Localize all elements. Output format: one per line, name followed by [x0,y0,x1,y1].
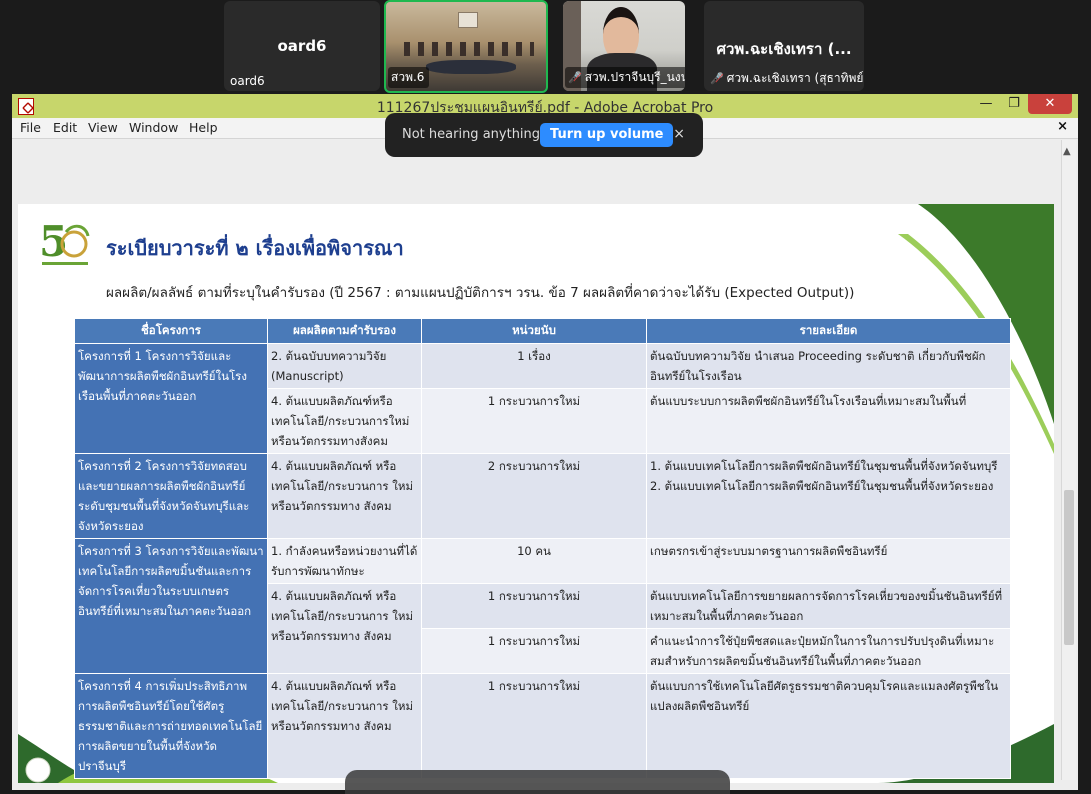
unit-cell: 1 กระบวนการใหม่ [421,583,647,629]
table-row: โครงการที่ 1 โครงการวิจัยและพัฒนาการผลิต… [74,343,1011,454]
scroll-up-icon[interactable]: ▲ [1063,146,1071,157]
detail-cell: ต้นแบบการใช้เทคโนโลยีศัตรูธรรมชาติควบคุม… [646,673,1011,779]
output-cell: 1. กำลังคนหรือหน่วยงานที่ได้รับการพัฒนาท… [267,538,422,584]
unit-cell: 1 กระบวนการใหม่ [421,388,647,454]
detail-cell: 1. ต้นแบบเทคโนโลยีการผลิตพืชผักอินทรีย์ใ… [646,453,1011,539]
unit-cell: 2 กระบวนการใหม่ [421,453,647,539]
output-cell: 4. ต้นแบบผลิตภัณฑ์หรือเทคโนโลยี/กระบวนกา… [267,388,422,454]
unit-cell: 10 คน [421,538,647,584]
turn-up-volume-button[interactable]: Turn up volume [540,123,674,147]
page-navigation-toolbar[interactable] [345,770,730,794]
project-cell: โครงการที่ 4 การเพิ่มประสิทธิภาพการผลิตพ… [74,673,268,779]
output-cell: 2. ต้นฉบับบทความวิจัย (Manuscript) [267,343,422,389]
mic-muted-icon: 🎤̸ [710,72,724,85]
participant-tile-oard6[interactable]: oard6 oard6 [224,1,380,91]
project-cell: โครงการที่ 3 โครงการวิจัยและพัฒนาเทคโนโล… [74,538,268,674]
header-detail: รายละเอียด [646,318,1011,344]
detail-cell: เกษตรกรเข้าสู่ระบบมาตรฐานการผลิตพืชอินทร… [646,538,1011,584]
participant-tile-chachoengsao[interactable]: ศวพ.ฉะเชิงเทรา (... 🎤̸ ศวพ.ฉะเชิงเทรา (สุ… [704,1,864,91]
output-cell: 4. ต้นแบบผลิตภัณฑ์ หรือเทคโนโลยี/กระบวนก… [267,583,422,674]
menu-window[interactable]: Window [129,120,178,135]
participant-name-large: ศวพ.ฉะเชิงเทรา (... [716,40,852,58]
pdf-page: 5 ระเบียบวาระที่ ๒ เรื่องเพื่อพิจารณา ผล… [18,204,1054,783]
unit-cell: 1 กระบวนการใหม่ [421,673,647,779]
detail-cell: ต้นฉบับบทความวิจัย นำเสนอ Proceeding ระด… [646,343,1011,389]
detail-cell: ต้นแบบระบบการผลิตพืชผักอินทรีย์ในโรงเรือ… [646,388,1011,454]
detail-cell: คำแนะนำการใช้ปุ๋ยพืชสดและปุ๋ยหมักในการใน… [646,628,1011,674]
output-cell: 4. ต้นแบบผลิตภัณฑ์ หรือเทคโนโลยี/กระบวนก… [267,673,422,779]
participant-label: 🎤̸สวพ.ปราจีนบุรี_นงนุช ชำ... [565,67,685,88]
slide-title: ระเบียบวาระที่ ๒ เรื่องเพื่อพิจารณา [106,236,404,260]
output-table: ชื่อโครงการ ผลผลิตตามคำรับรอง หน่วยนับ ร… [74,318,1011,779]
participant-label: สวพ.6 [388,67,430,88]
menu-help[interactable]: Help [189,120,218,135]
unit-cell: 1 กระบวนการใหม่ [421,628,647,674]
toast-message: Not hearing anything? [402,127,547,142]
participant-tile-video-2[interactable]: 🎤̸สวพ.ปราจีนบุรี_นงนุช ชำ... [563,1,685,91]
project-cell: โครงการที่ 2 โครงการวิจัยทดสอบและขยายผลก… [74,453,268,539]
table-row: โครงการที่ 2 โครงการวิจัยทดสอบและขยายผลก… [74,453,1011,539]
detail-cell: ต้นแบบเทคโนโลยีการขยายผลการจัดการโรคเหี่… [646,583,1011,629]
participant-name-large: oard6 [277,37,327,55]
room-people [404,42,534,56]
close-document-button[interactable]: × [1057,119,1068,134]
menu-file[interactable]: File [20,120,41,135]
scroll-thumb[interactable] [1064,490,1074,645]
table-row: โครงการที่ 4 การเพิ่มประสิทธิภาพการผลิตพ… [74,673,1011,779]
vertical-scrollbar[interactable]: ▲ [1061,140,1076,780]
maximize-button[interactable]: ❐ [1000,94,1028,114]
table-row: โครงการที่ 3 โครงการวิจัยและพัฒนาเทคโนโล… [74,538,1011,674]
header-unit: หน่วยนับ [421,318,647,344]
table-header-row: ชื่อโครงการ ผลผลิตตามคำรับรอง หน่วยนับ ร… [74,318,1011,344]
participant-tile-video-1[interactable]: สวพ.6 [384,0,548,93]
anniversary-logo-icon: 5 [39,217,90,266]
minimize-button[interactable]: — [972,94,1000,114]
participant-label: oard6 [230,74,265,88]
close-window-button[interactable]: ✕ [1028,94,1072,114]
meeting-table [426,60,516,74]
participant-label: 🎤̸ ศวพ.ฉะเชิงเทรา (สุธาทิพย์) [710,71,864,85]
header-output: ผลผลิตตามคำรับรอง [267,318,422,344]
header-project: ชื่อโครงการ [74,318,268,344]
toast-close-icon[interactable]: × [673,126,685,142]
room-screen [458,12,478,28]
output-cell: 4. ต้นแบบผลิตภัณฑ์ หรือเทคโนโลยี/กระบวนก… [267,453,422,539]
menu-edit[interactable]: Edit [53,120,77,135]
slide-subtitle: ผลผลิต/ผลลัพธ์ ตามที่ระบุในคำรับรอง (ปี … [106,285,855,301]
unit-cell: 1 เรื่อง [421,343,647,389]
svg-text:5: 5 [39,217,68,266]
mic-muted-icon: 🎤̸ [568,71,582,84]
project-cell: โครงการที่ 1 โครงการวิจัยและพัฒนาการผลิต… [74,343,268,454]
audio-toast: Not hearing anything? Turn up volume × [385,113,703,157]
menu-view[interactable]: View [88,120,118,135]
